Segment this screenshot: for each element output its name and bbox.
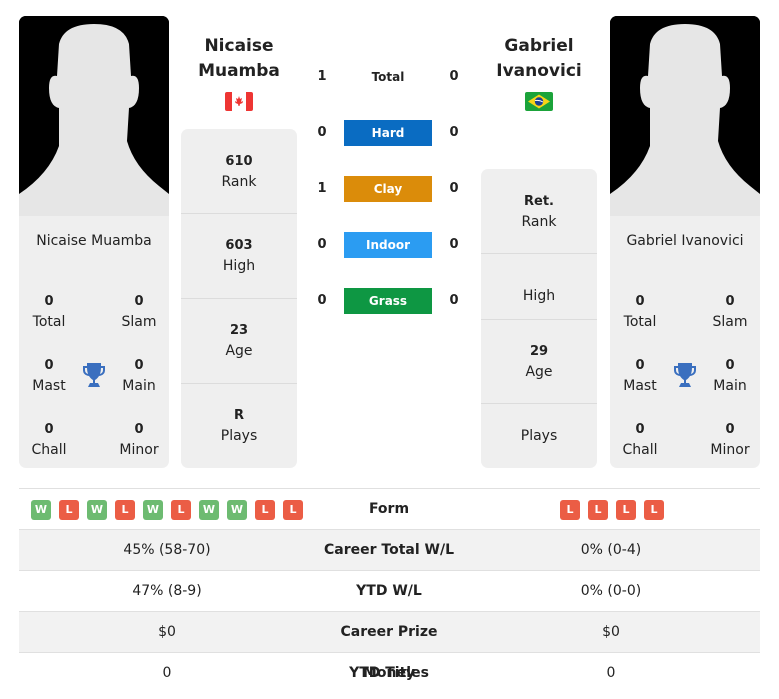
player1-ytd-titles: 0 (162, 665, 172, 681)
player1-stats: 610 Rank 603 High 23 Age R Plays (181, 129, 297, 468)
trophy-icon (674, 363, 696, 387)
player-silhouette-icon (610, 16, 760, 216)
player2-titles-slam: 0 Slam (712, 294, 748, 330)
player1-form-badge-win[interactable]: W (87, 500, 107, 520)
h2h-clay-p2: 0 (449, 181, 459, 196)
h2h-hard-p1: 0 (317, 125, 327, 140)
player1-form-badge-loss[interactable]: L (255, 500, 275, 520)
player2-stats: Ret. Rank High 29 Age Plays (481, 169, 597, 468)
player2-ytd-titles: 0 (606, 665, 616, 681)
player2-form-badge-loss[interactable]: L (560, 500, 580, 520)
player1-titles-minor: 0 Minor (119, 422, 159, 458)
player1-form-badge-win[interactable]: W (199, 500, 219, 520)
player1-form-badge-win[interactable]: W (227, 500, 247, 520)
player1-form-badge-loss[interactable]: L (171, 500, 191, 520)
trophy-icon (83, 363, 105, 387)
h2h-indoor-row: 0 Indoor 0 (310, 232, 470, 258)
player1-age: 23 Age (181, 298, 297, 383)
h2h-total-p2: 0 (449, 69, 459, 84)
player2-titles-total: 0 Total (623, 294, 657, 330)
player1-form-badge-loss[interactable]: L (283, 500, 303, 520)
canada-flag-icon (225, 92, 253, 111)
player2-form-badge-loss[interactable]: L (644, 500, 664, 520)
brazil-flag-icon (525, 92, 553, 111)
surface-badge-indoor[interactable]: Indoor (344, 232, 432, 258)
player2-titles-main: 0 Main (713, 358, 747, 394)
career-total-wl-label: Career Total W/L (324, 542, 454, 558)
ytd-wl-label: YTD W/L (356, 583, 422, 599)
player1-card: Nicaise Muamba 0 Total 0 Slam 0 Mast 0 Main … (19, 16, 169, 468)
player-silhouette-icon (19, 16, 169, 216)
player1-name[interactable]: Nicaise Muamba (169, 34, 309, 84)
h2h-grass-p1: 0 (317, 293, 327, 308)
surface-badge-grass[interactable]: Grass (344, 288, 432, 314)
h2h-clay-p1: 1 (317, 181, 327, 196)
player2-ytd-wl: 0% (0-0) (580, 583, 642, 599)
player1-career-total-wl: 45% (58-70) (123, 542, 211, 558)
player1-form-badge-loss[interactable]: L (115, 500, 135, 520)
player2-form-badge-loss[interactable]: L (588, 500, 608, 520)
player2-photo (610, 16, 760, 216)
form-row: WLWLWLWWLL Form LLLL (19, 489, 760, 530)
player1-last-name: Muamba (198, 61, 280, 81)
player2-plays: Plays (481, 403, 597, 468)
player2-card-name: Gabriel Ivanovici (626, 233, 744, 249)
player2-rank: Ret. Rank (521, 193, 557, 230)
player2-age: 29 Age (481, 319, 597, 404)
ytd-wl-row: 47% (8-9) YTD W/L 0% (0-0) (19, 571, 760, 612)
player1-photo (19, 16, 169, 216)
player1-titles: 0 Total 0 Slam 0 Mast 0 Main 0 Chall 0 Minor (19, 278, 169, 458)
h2h-grass-p2: 0 (449, 293, 459, 308)
player1-form: WLWLWLWWLL (31, 500, 303, 520)
player2-card: Gabriel Ivanovici 0 Total 0 Slam 0 Mast 0 Ma… (610, 16, 760, 468)
player2-career-prize-money: $0 (602, 624, 620, 640)
player1-first-name: Nicaise (204, 36, 274, 56)
player1-titles-slam: 0 Slam (121, 294, 157, 330)
player1-titles-mast: 0 Mast (32, 358, 66, 394)
player1-career-prize-money: $0 (158, 624, 176, 640)
player1-plays: R Plays (181, 383, 297, 468)
h2h-indoor-p1: 0 (317, 237, 327, 252)
player2-titles-minor: 0 Minor (710, 422, 750, 458)
player1-rank: 610 Rank (221, 153, 257, 190)
player2-titles: 0 Total 0 Slam 0 Mast 0 Main 0 Chall 0 Minor (610, 278, 760, 458)
player1-titles-chall: 0 Chall (31, 422, 67, 458)
ytd-titles-row: 0 YTD Titles 0 (19, 653, 760, 694)
h2h-grass-row: 0 Grass 0 (310, 288, 470, 314)
player2-titles-mast: 0 Mast (623, 358, 657, 394)
player2-form-badge-loss[interactable]: L (616, 500, 636, 520)
career-prize-money-row: $0 Career Prize Money $0 (19, 612, 760, 681)
player1-high: 603 High (181, 213, 297, 298)
career-total-wl-row: 45% (58-70) Career Total W/L 0% (0-4) (19, 530, 760, 571)
h2h-total-p1: 1 (317, 69, 327, 84)
player1-ytd-wl: 47% (8-9) (132, 583, 202, 599)
ytd-titles-label: YTD Titles (349, 665, 429, 681)
h2h-hard-p2: 0 (449, 125, 459, 140)
player1-form-badge-loss[interactable]: L (59, 500, 79, 520)
h2h-clay-row: 1 Clay 0 (310, 176, 470, 202)
player1-titles-main: 0 Main (122, 358, 156, 394)
player2-first-name: Gabriel (504, 36, 574, 56)
h2h-total-label: Total (371, 70, 405, 84)
player2-name[interactable]: Gabriel Ivanovici (469, 34, 609, 84)
form-label: Form (368, 501, 410, 517)
surface-badge-clay[interactable]: Clay (344, 176, 432, 202)
player2-career-total-wl: 0% (0-4) (580, 542, 642, 558)
player2-titles-chall: 0 Chall (622, 422, 658, 458)
h2h-indoor-p2: 0 (449, 237, 459, 252)
h2h-total-row: 1 Total 0 (310, 64, 470, 90)
player1-card-name: Nicaise Muamba (36, 233, 152, 249)
player1-titles-total: 0 Total (32, 294, 66, 330)
player2-form: LLLL (560, 500, 664, 520)
player1-form-badge-win[interactable]: W (143, 500, 163, 520)
surface-badge-hard[interactable]: Hard (344, 120, 432, 146)
comparison-table: WLWLWLWWLL Form LLLL 45% (58-70) Career … (19, 488, 760, 694)
player1-form-badge-win[interactable]: W (31, 500, 51, 520)
player2-last-name: Ivanovici (496, 61, 582, 81)
h2h-hard-row: 0 Hard 0 (310, 120, 470, 146)
